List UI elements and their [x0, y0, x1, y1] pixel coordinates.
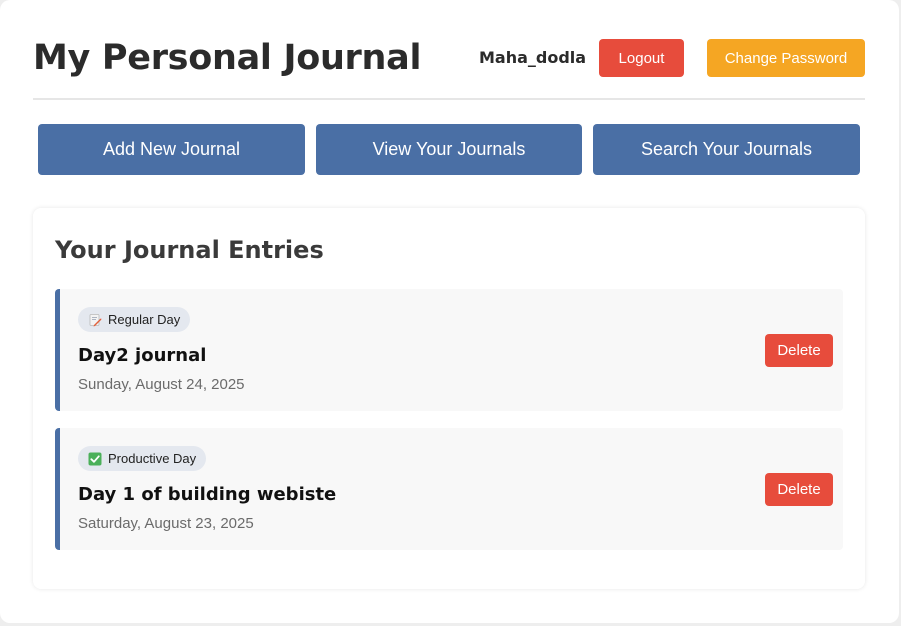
- app-container: My Personal Journal Maha_dodla Logout Ch…: [0, 0, 899, 623]
- logout-button[interactable]: Logout: [599, 39, 684, 77]
- entry-title: Day2 journal: [78, 345, 207, 366]
- entry-title: Day 1 of building webiste: [78, 484, 337, 505]
- mood-badge: Productive Day: [78, 446, 207, 471]
- mood-label: Productive Day: [108, 451, 197, 466]
- section-title: Your Journal Entries: [55, 236, 324, 264]
- memo-icon: [88, 313, 102, 327]
- journal-entry[interactable]: Productive Day Day 1 of building webiste…: [55, 428, 843, 550]
- delete-button[interactable]: Delete: [765, 473, 833, 506]
- username: Maha_dodla: [479, 48, 587, 67]
- journal-entry[interactable]: Regular Day Day2 journal Sunday, August …: [55, 289, 843, 411]
- search-journals-button[interactable]: Search Your Journals: [593, 124, 860, 175]
- journal-entries-card: Your Journal Entries Regular Day Day2 jo…: [33, 208, 865, 589]
- page-title: My Personal Journal: [33, 38, 422, 78]
- entry-date: Sunday, August 24, 2025: [78, 376, 245, 393]
- mood-label: Regular Day: [108, 312, 181, 327]
- check-mark-icon: [88, 452, 102, 466]
- change-password-button[interactable]: Change Password: [707, 39, 865, 77]
- add-new-journal-button[interactable]: Add New Journal: [38, 124, 305, 175]
- delete-button[interactable]: Delete: [765, 334, 833, 367]
- view-journals-button[interactable]: View Your Journals: [316, 124, 582, 175]
- entry-date: Saturday, August 23, 2025: [78, 515, 254, 532]
- mood-badge: Regular Day: [78, 307, 191, 332]
- header: My Personal Journal Maha_dodla Logout Ch…: [33, 36, 865, 100]
